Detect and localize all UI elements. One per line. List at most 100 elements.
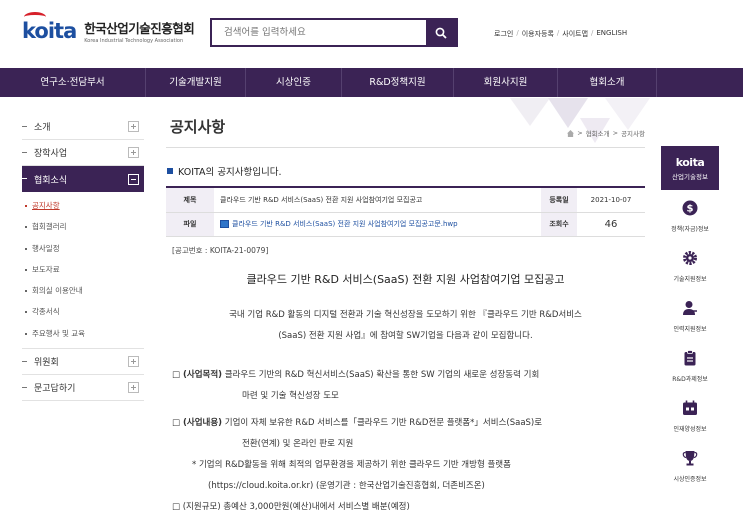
page-title: 공지사항 (170, 118, 226, 136)
search-button[interactable] (426, 20, 456, 45)
sidebar-item-label: 위원회 (34, 358, 59, 369)
sidebar-item-label: 장학사업 (34, 149, 68, 159)
person-icon (683, 301, 697, 315)
search-bar (210, 18, 458, 47)
quick-item-label: 기술지원정보 (673, 276, 707, 283)
sidebar-item-label: 문고답하기 (34, 384, 76, 395)
nav-rnd-policy[interactable]: R&D정책지원 (342, 68, 454, 97)
nav-about[interactable]: 협회소개 (558, 68, 657, 97)
quick-item-policy[interactable]: $ 정책(자금)정보 (661, 190, 719, 240)
search-input[interactable] (212, 20, 426, 45)
hwp-file-icon (220, 220, 229, 228)
sitemap-link[interactable]: 사이트맵 (562, 29, 588, 39)
english-link[interactable]: ENGLISH (596, 29, 627, 39)
collapse-icon[interactable] (128, 173, 139, 185)
expand-icon[interactable] (128, 147, 139, 158)
sidebar-item-committee[interactable]: 위원회 (22, 349, 144, 376)
logo-swoosh-icon (24, 12, 46, 22)
breadcrumb-separator: > (577, 129, 583, 137)
sidebar-item-intro[interactable]: 소개 (22, 114, 144, 140)
quick-item-rnd[interactable]: R&D과제정보 (661, 340, 719, 390)
subject-label: 제목 (166, 188, 214, 213)
breadcrumb-separator: > (612, 129, 619, 137)
site-logo[interactable]: koita 한국산업기술진흥협회 Korea Industrial Techno… (22, 12, 195, 44)
notice-item-content: □ (사업내용) 기업이 자체 보유한 R&D 서비스를「클라우드 기반 R&D… (172, 413, 639, 497)
submenu-item-meeting-room[interactable]: 회의실 이용안내 (22, 280, 144, 301)
item-note: (https://cloud.koita.or.kr) (운영기관 : 한국산업… (208, 480, 485, 491)
item-heading: □ (사업내용) (172, 417, 223, 428)
decorative-triangles (510, 98, 650, 143)
item-text: 클라우드 기반의 R&D 혁신서비스(SaaS) 확산을 통한 SW 기업의 새… (222, 369, 540, 380)
intro-text: KOITA의 공지사항입니다. (178, 167, 282, 178)
login-link[interactable]: 로그인 (494, 29, 513, 39)
quick-item-talent[interactable]: 인재양성정보 (661, 390, 719, 440)
section-intro: KOITA의 공지사항입니다. (167, 164, 282, 178)
clipboard-icon (684, 350, 696, 366)
subject-value: 클라우드 기반 R&D 서비스(SaaS) 전환 지원 사업참여기업 모집공고 (214, 188, 541, 213)
submenu-item-schedule[interactable]: 행사일정 (22, 238, 144, 259)
table-row: 파일 클라우드 기반 R&D 서비스(SaaS) 전환 지원 사업참여기업 모집… (166, 212, 645, 237)
quick-item-hr[interactable]: 인력지원정보 (661, 290, 719, 340)
main-navigation: 연구소·전담부서 기술개발지원 시상인증 R&D정책지원 회원사지원 협회소개 (0, 68, 743, 97)
notice-paragraph: 국내 기업 R&D 활동의 디지털 전환과 기술 혁신성장을 도모하기 위한 『… (172, 305, 639, 347)
quick-item-label: 인재양성정보 (673, 426, 707, 433)
nav-awards[interactable]: 시상인증 (246, 68, 342, 97)
views-label: 조회수 (541, 212, 577, 237)
title-divider (166, 147, 645, 148)
sidebar-item-scholarship[interactable]: 장학사업 (22, 140, 144, 166)
notice-item-purpose: □ (사업목적) 클라우드 기반의 R&D 혁신서비스(SaaS) 확산을 통한… (172, 365, 639, 407)
quick-item-label: 정책(자금)정보 (671, 226, 709, 233)
submenu-item-press[interactable]: 보도자료 (22, 259, 144, 280)
views-value: 46 (577, 212, 645, 237)
notice-board: 제목 클라우드 기반 R&D 서비스(SaaS) 전환 지원 사업참여기업 모집… (166, 186, 645, 514)
trophy-icon (682, 451, 698, 466)
logo-korean-name: 한국산업기술진흥협회 (84, 21, 195, 36)
expand-icon[interactable] (128, 121, 139, 132)
logo-mark: koita (22, 12, 77, 43)
sidebar-item-label: 소개 (34, 123, 51, 133)
breadcrumb: > 협회소개 > 공지사항 (567, 128, 645, 138)
notice-title: 클라우드 기반 R&D 서비스(SaaS) 전환 지원 사업참여기업 모집공고 (246, 272, 565, 286)
calendar-icon (683, 400, 697, 415)
svg-text:$: $ (687, 204, 694, 215)
nav-research-labs[interactable]: 연구소·전담부서 (0, 68, 146, 97)
quick-item-awards[interactable]: 시상인증정보 (661, 440, 719, 490)
quick-logo: koita (675, 156, 705, 169)
submenu-item-notice[interactable]: 공지사항 (22, 195, 144, 216)
paragraph-line: 국내 기업 R&D 활동의 디지털 전환과 기술 혁신성장을 도모하기 위한 『… (229, 309, 582, 320)
utility-links: 로그인 / 이용자등록 / 사이트맵 / ENGLISH (494, 29, 627, 39)
sidebar-item-qna[interactable]: 문고답하기 (22, 375, 144, 402)
divider: / (591, 29, 594, 37)
register-link[interactable]: 이용자등록 (522, 29, 554, 39)
quick-item-label: R&D과제정보 (672, 376, 708, 383)
expand-icon[interactable] (128, 382, 139, 394)
submenu-item-forms[interactable]: 각종서식 (22, 301, 144, 322)
breadcrumb-item[interactable]: 공지사항 (621, 128, 645, 138)
submenu-item-events[interactable]: 주요행사 및 교육 (22, 323, 144, 344)
table-row: 제목 클라우드 기반 R&D 서비스(SaaS) 전환 지원 사업참여기업 모집… (166, 188, 645, 213)
file-label: 파일 (166, 212, 214, 237)
nav-member-support[interactable]: 회원사지원 (454, 68, 558, 97)
home-icon[interactable] (567, 129, 575, 137)
notice-item-scale: □ (지원규모) 총예산 3,000만원(예산)내에서 서비스별 배분(예정) (172, 501, 410, 512)
search-icon (435, 27, 447, 39)
nav-tech-dev[interactable]: 기술개발지원 (146, 68, 246, 97)
submenu-item-gallery[interactable]: 협회갤러리 (22, 216, 144, 237)
file-name: 클라우드 기반 R&D 서비스(SaaS) 전환 지원 사업참여기업 모집공고문… (232, 220, 458, 228)
item-text: 마련 및 기술 혁신성장 도모 (242, 390, 339, 401)
sidebar-item-news[interactable]: 협회소식 (22, 166, 144, 192)
quick-item-tech[interactable]: 기술지원정보 (661, 240, 719, 290)
item-text: 전환(연계) 및 온라인 판로 지원 (242, 438, 354, 449)
file-link[interactable]: 클라우드 기반 R&D 서비스(SaaS) 전환 지원 사업참여기업 모집공고문… (220, 219, 535, 229)
item-heading: □ (사업목적) (172, 369, 223, 380)
quick-menu-header[interactable]: koita 산업기술정보 (661, 146, 719, 190)
square-bullet-icon (167, 168, 173, 174)
date-label: 등록일 (541, 188, 577, 213)
quick-title: 산업기술정보 (672, 173, 708, 181)
breadcrumb-item[interactable]: 협회소개 (586, 128, 610, 138)
site-header: koita 한국산업기술진흥협회 Korea Industrial Techno… (0, 0, 743, 68)
dollar-icon: $ (682, 200, 698, 216)
sidebar: 소개 장학사업 협회소식 공지사항 협회갤러리 행사일정 보도자료 회의실 이용… (22, 114, 144, 402)
expand-icon[interactable] (128, 356, 139, 368)
